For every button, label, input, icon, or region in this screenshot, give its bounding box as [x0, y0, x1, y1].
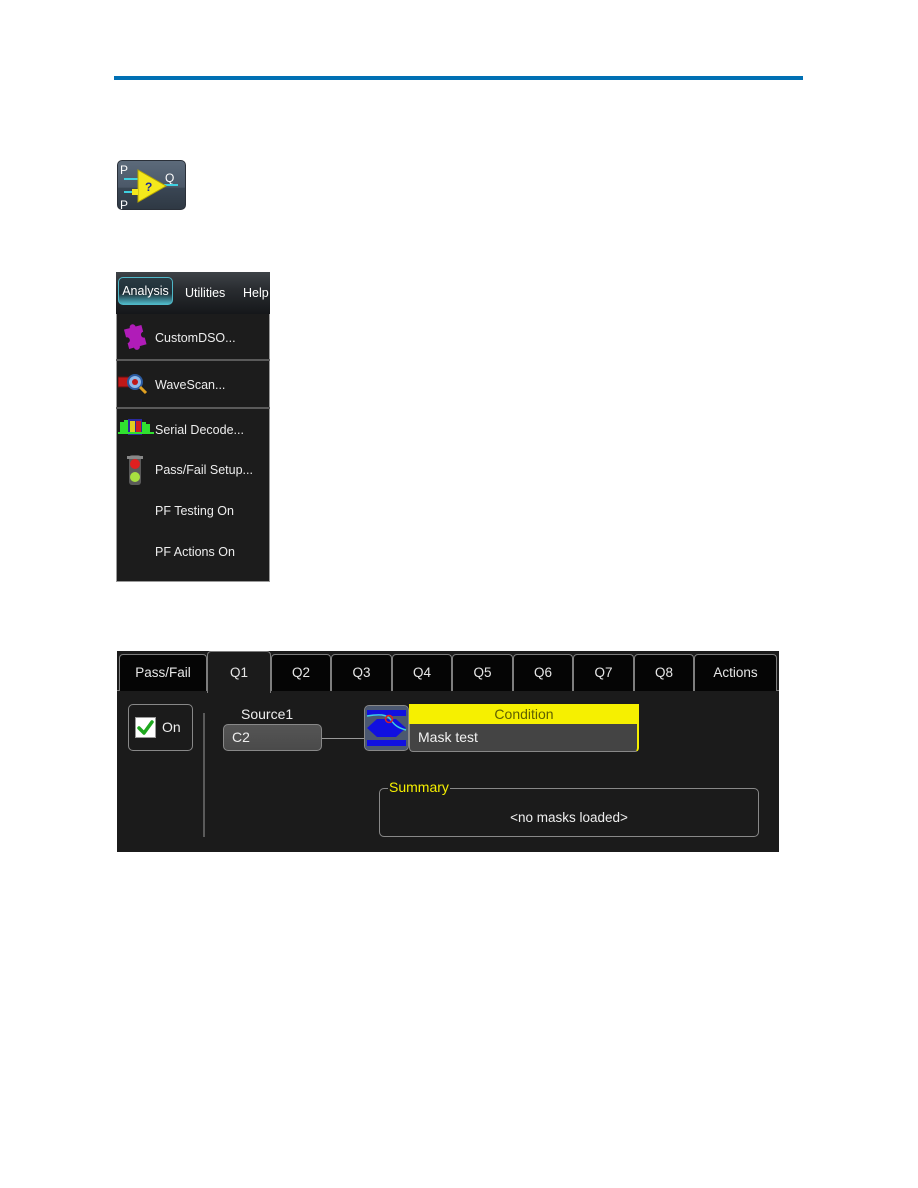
serial-decode-icon — [118, 413, 154, 445]
summary-group: Summary <no masks loaded> — [379, 779, 759, 837]
wavescan-magnifier-icon — [117, 369, 152, 401]
pass-fail-qualifier-icon[interactable]: P P Q ? — [117, 160, 186, 211]
puzzle-piece-icon — [118, 319, 152, 351]
menu-item-label: PF Testing On — [155, 504, 234, 518]
tab-q6[interactable]: Q6 — [513, 654, 573, 691]
tab-bar: Pass/Fail Q1 Q2 Q3 Q4 Q5 Q6 Q7 Q8 Action… — [117, 651, 779, 693]
condition-field[interactable]: Mask test — [409, 724, 639, 752]
menu-analysis[interactable]: Analysis — [118, 277, 173, 305]
menu-item-wavescan[interactable]: WaveScan... — [116, 361, 270, 409]
menu-item-customdso[interactable]: CustomDSO... — [116, 314, 270, 361]
menu-item-label: Serial Decode... — [155, 423, 244, 437]
input-p-label: P — [120, 198, 128, 211]
tab-q3[interactable]: Q3 — [331, 654, 392, 691]
tab-actions[interactable]: Actions — [694, 654, 777, 691]
connector-line — [322, 738, 365, 739]
checkmark-icon — [137, 720, 154, 735]
divider — [203, 713, 205, 837]
tab-q4[interactable]: Q4 — [392, 654, 452, 691]
on-label: On — [162, 719, 181, 735]
on-toggle[interactable]: On — [128, 704, 193, 751]
mask-test-icon[interactable] — [364, 705, 409, 751]
condition-header: Condition — [409, 704, 639, 724]
input-p-label: P — [120, 163, 128, 177]
summary-text: <no masks loaded> — [510, 810, 628, 825]
tab-q7[interactable]: Q7 — [573, 654, 634, 691]
menu-help[interactable]: Help — [243, 286, 269, 300]
pass-fail-dialog: Pass/Fail Q1 Q2 Q3 Q4 Q5 Q6 Q7 Q8 Action… — [117, 651, 779, 852]
menu-item-pf-testing-on[interactable]: PF Testing On — [116, 491, 270, 532]
summary-label: Summary — [388, 779, 450, 795]
header-rule — [114, 76, 803, 80]
output-q-label: Q — [165, 171, 174, 185]
menu-item-label: CustomDSO... — [155, 331, 236, 345]
analysis-menu-list: CustomDSO... WaveScan... Serial Decode..… — [116, 314, 270, 573]
tab-q2[interactable]: Q2 — [271, 654, 331, 691]
menu-item-pf-actions-on[interactable]: PF Actions On — [116, 532, 270, 573]
menu-bar: Analysis Utilities Help — [116, 272, 270, 314]
menu-item-pass-fail-setup[interactable]: Pass/Fail Setup... — [116, 450, 270, 491]
menu-utilities[interactable]: Utilities — [185, 286, 225, 300]
tab-q8[interactable]: Q8 — [634, 654, 694, 691]
traffic-light-icon — [118, 453, 152, 485]
question-mark: ? — [145, 180, 152, 194]
tab-q5[interactable]: Q5 — [452, 654, 513, 691]
tab-q1[interactable]: Q1 — [207, 651, 271, 693]
menu-item-label: Pass/Fail Setup... — [155, 463, 253, 477]
on-checkbox[interactable] — [135, 717, 156, 738]
menu-item-label: WaveScan... — [155, 378, 226, 392]
menu-item-serial-decode[interactable]: Serial Decode... — [116, 409, 270, 450]
tab-pass-fail[interactable]: Pass/Fail — [119, 654, 207, 691]
source1-field[interactable]: C2 — [223, 724, 322, 751]
menu-item-label: PF Actions On — [155, 545, 235, 559]
source1-label: Source1 — [241, 706, 294, 722]
